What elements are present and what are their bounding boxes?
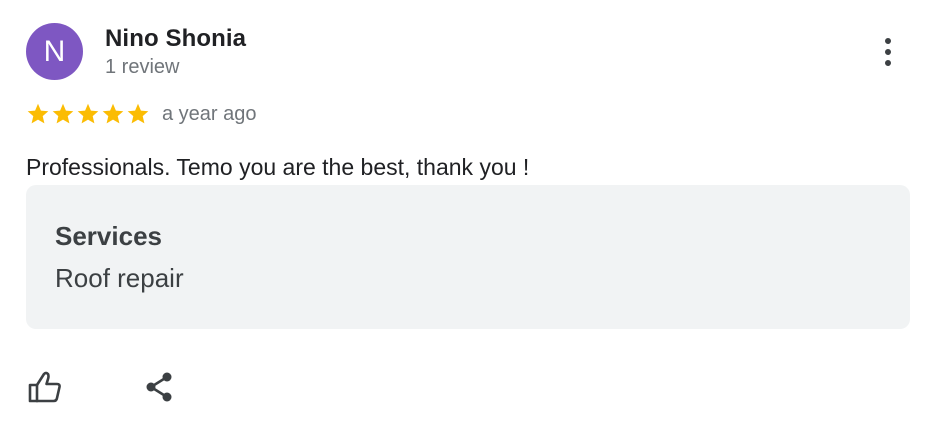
star-icon bbox=[77, 103, 99, 124]
services-value: Roof repair bbox=[55, 263, 184, 293]
more-options-button[interactable] bbox=[870, 34, 906, 70]
thumbs-up-icon bbox=[28, 371, 61, 403]
like-button[interactable] bbox=[24, 366, 66, 408]
star-icon bbox=[102, 103, 124, 124]
share-icon bbox=[146, 372, 172, 402]
author-name[interactable]: Nino Shonia bbox=[105, 25, 246, 53]
services-box: Services Roof repair bbox=[26, 185, 910, 329]
star-icon bbox=[127, 103, 149, 124]
star-icon bbox=[27, 103, 49, 124]
review-text: Professionals. Temo you are the best, th… bbox=[26, 154, 530, 180]
rating-row: a year ago bbox=[26, 102, 257, 126]
avatar[interactable]: N bbox=[26, 23, 83, 80]
author-review-count[interactable]: 1 review bbox=[105, 56, 179, 79]
review-card: N Nino Shonia 1 review a year ago Profes… bbox=[0, 0, 927, 423]
more-vert-icon bbox=[885, 38, 891, 66]
star-rating bbox=[26, 102, 150, 126]
avatar-initial: N bbox=[43, 34, 66, 68]
review-timestamp: a year ago bbox=[162, 102, 257, 125]
star-icon bbox=[52, 103, 74, 124]
services-title: Services bbox=[55, 221, 162, 251]
share-button[interactable] bbox=[138, 366, 180, 408]
